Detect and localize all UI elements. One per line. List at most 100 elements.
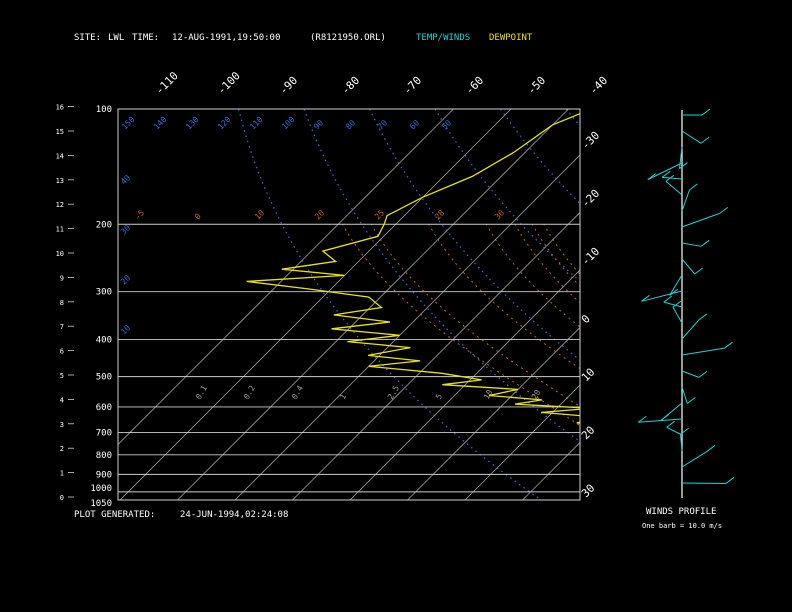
isotherm-line [407,326,580,500]
mixing-ratio-label: 0.1 [194,384,209,401]
moist-adiabat-label: 10 [253,208,266,221]
dry-adiabat [369,109,580,361]
wind-barb [681,242,702,247]
pressure-tick-label: 700 [96,429,112,439]
moist-adiabat-label: 20 [313,208,326,221]
dry-adiabat-label: 10 [119,323,132,336]
dry-adiabat [565,109,580,127]
isotherm-line [118,109,454,446]
pressure-tick-label: 200 [96,220,112,230]
isotherm-line [579,499,580,500]
height-tick-label: 9 [60,274,64,282]
dry-adiabat-label: 90 [312,118,325,131]
isotherm-label-top: -80 [339,74,362,97]
moist-adiabat-label: 25 [373,208,386,221]
isotherm-label-top: -90 [277,74,300,97]
wind-barb-feather [700,239,710,247]
isotherm-label-right: -30 [579,129,602,152]
dry-adiabat [697,109,792,500]
isotherm-line [753,109,792,500]
pressure-tick-label: 1000 [90,484,112,494]
height-tick-label: 8 [60,299,64,307]
wind-barb [681,258,696,275]
height-tick-label: 16 [56,104,64,112]
height-tick-label: 0 [60,494,64,502]
wind-barb [638,418,683,423]
wind-barb-feather [700,136,710,144]
isotherm-label-right: 20 [579,424,598,443]
wind-barb-feather [706,445,716,452]
height-tick-label: 2 [60,445,64,453]
moist-adiabat-label: 0 [193,212,203,222]
wind-barb [681,386,688,404]
wind-barb-feather [701,108,711,116]
wind-barb [681,319,700,340]
pressure-tick-label: 600 [96,403,112,413]
height-tick-label: 1 [60,470,64,478]
isotherm-line [234,154,580,500]
wind-barb [681,189,690,212]
dry-adiabat-label: 100 [280,115,297,132]
isotherm-line [695,109,792,500]
moist-adiabat [370,224,580,408]
wind-barb [681,347,725,356]
wind-barb [665,180,683,196]
isotherm-line [177,109,569,500]
dry-adiabat-label: 80 [344,118,357,131]
isotherm-line [119,109,512,500]
moist-adiabat [485,224,580,328]
height-tick-label: 3 [60,421,64,429]
wind-barb [672,306,683,324]
mixing-ratio-label: 1 [338,392,348,401]
wind-barb-feather [719,207,729,214]
isotherm-line [522,441,580,500]
dry-adiabat-label: 120 [216,115,233,132]
dry-adiabat [632,109,792,500]
temperature-profile-line [590,109,792,494]
dry-adiabat-label: 60 [408,118,421,131]
skew-t-chart: 1002003004005006007008009001000105001234… [56,69,792,509]
dry-adiabat [500,109,580,205]
dry-adiabat [762,109,792,500]
pressure-tick-label: 500 [96,373,112,383]
wind-barb [662,176,683,180]
height-tick-label: 6 [60,348,64,356]
dry-adiabat-label: 130 [184,115,201,132]
wind-barb [666,426,683,436]
moist-adiabat [543,224,580,275]
isotherm-label-top: -50 [525,74,548,97]
wind-barb [681,130,702,144]
pressure-tick-label: 800 [96,451,112,461]
isotherm-label-right: 10 [579,366,598,385]
moist-adiabat [514,224,580,304]
moist-adiabat-label: 30 [493,208,506,221]
wind-barb-feather [666,420,675,428]
mixing-ratio-label: 0.4 [290,384,305,401]
isotherm-label-right: 0 [579,312,593,326]
isotherm-label-top: -100 [215,69,243,97]
pressure-tick-label: 100 [96,105,112,115]
wind-barb-feather [687,397,696,404]
pressure-tick-label: 400 [96,336,112,346]
isotherm-label-top: -60 [463,74,486,97]
dry-adiabat-label: 140 [152,115,169,132]
wind-barb [681,212,720,228]
isotherm-label-right: -20 [579,187,602,210]
dry-adiabat-label: 30 [119,223,132,236]
isotherm-line [638,109,792,500]
wind-barb-feather [698,313,708,321]
pressure-tick-label: 1050 [90,499,112,509]
mixing-ratio-label: 10 [482,388,495,401]
plot-frame [117,108,581,501]
dry-adiabat-label: 150 [120,115,137,132]
moist-adiabat [342,224,580,427]
wind-barb-feather [724,341,733,349]
mixing-ratio-label: 0.2 [242,384,257,401]
height-tick-label: 13 [56,177,64,185]
wind-barb-feather [698,370,708,378]
height-tick-label: 5 [60,372,64,380]
mixing-ratio-label: 5 [434,392,444,401]
dry-adiabat [238,109,542,500]
dry-adiabat-label: 110 [248,115,265,132]
moist-adiabat-label: -5 [133,208,146,221]
